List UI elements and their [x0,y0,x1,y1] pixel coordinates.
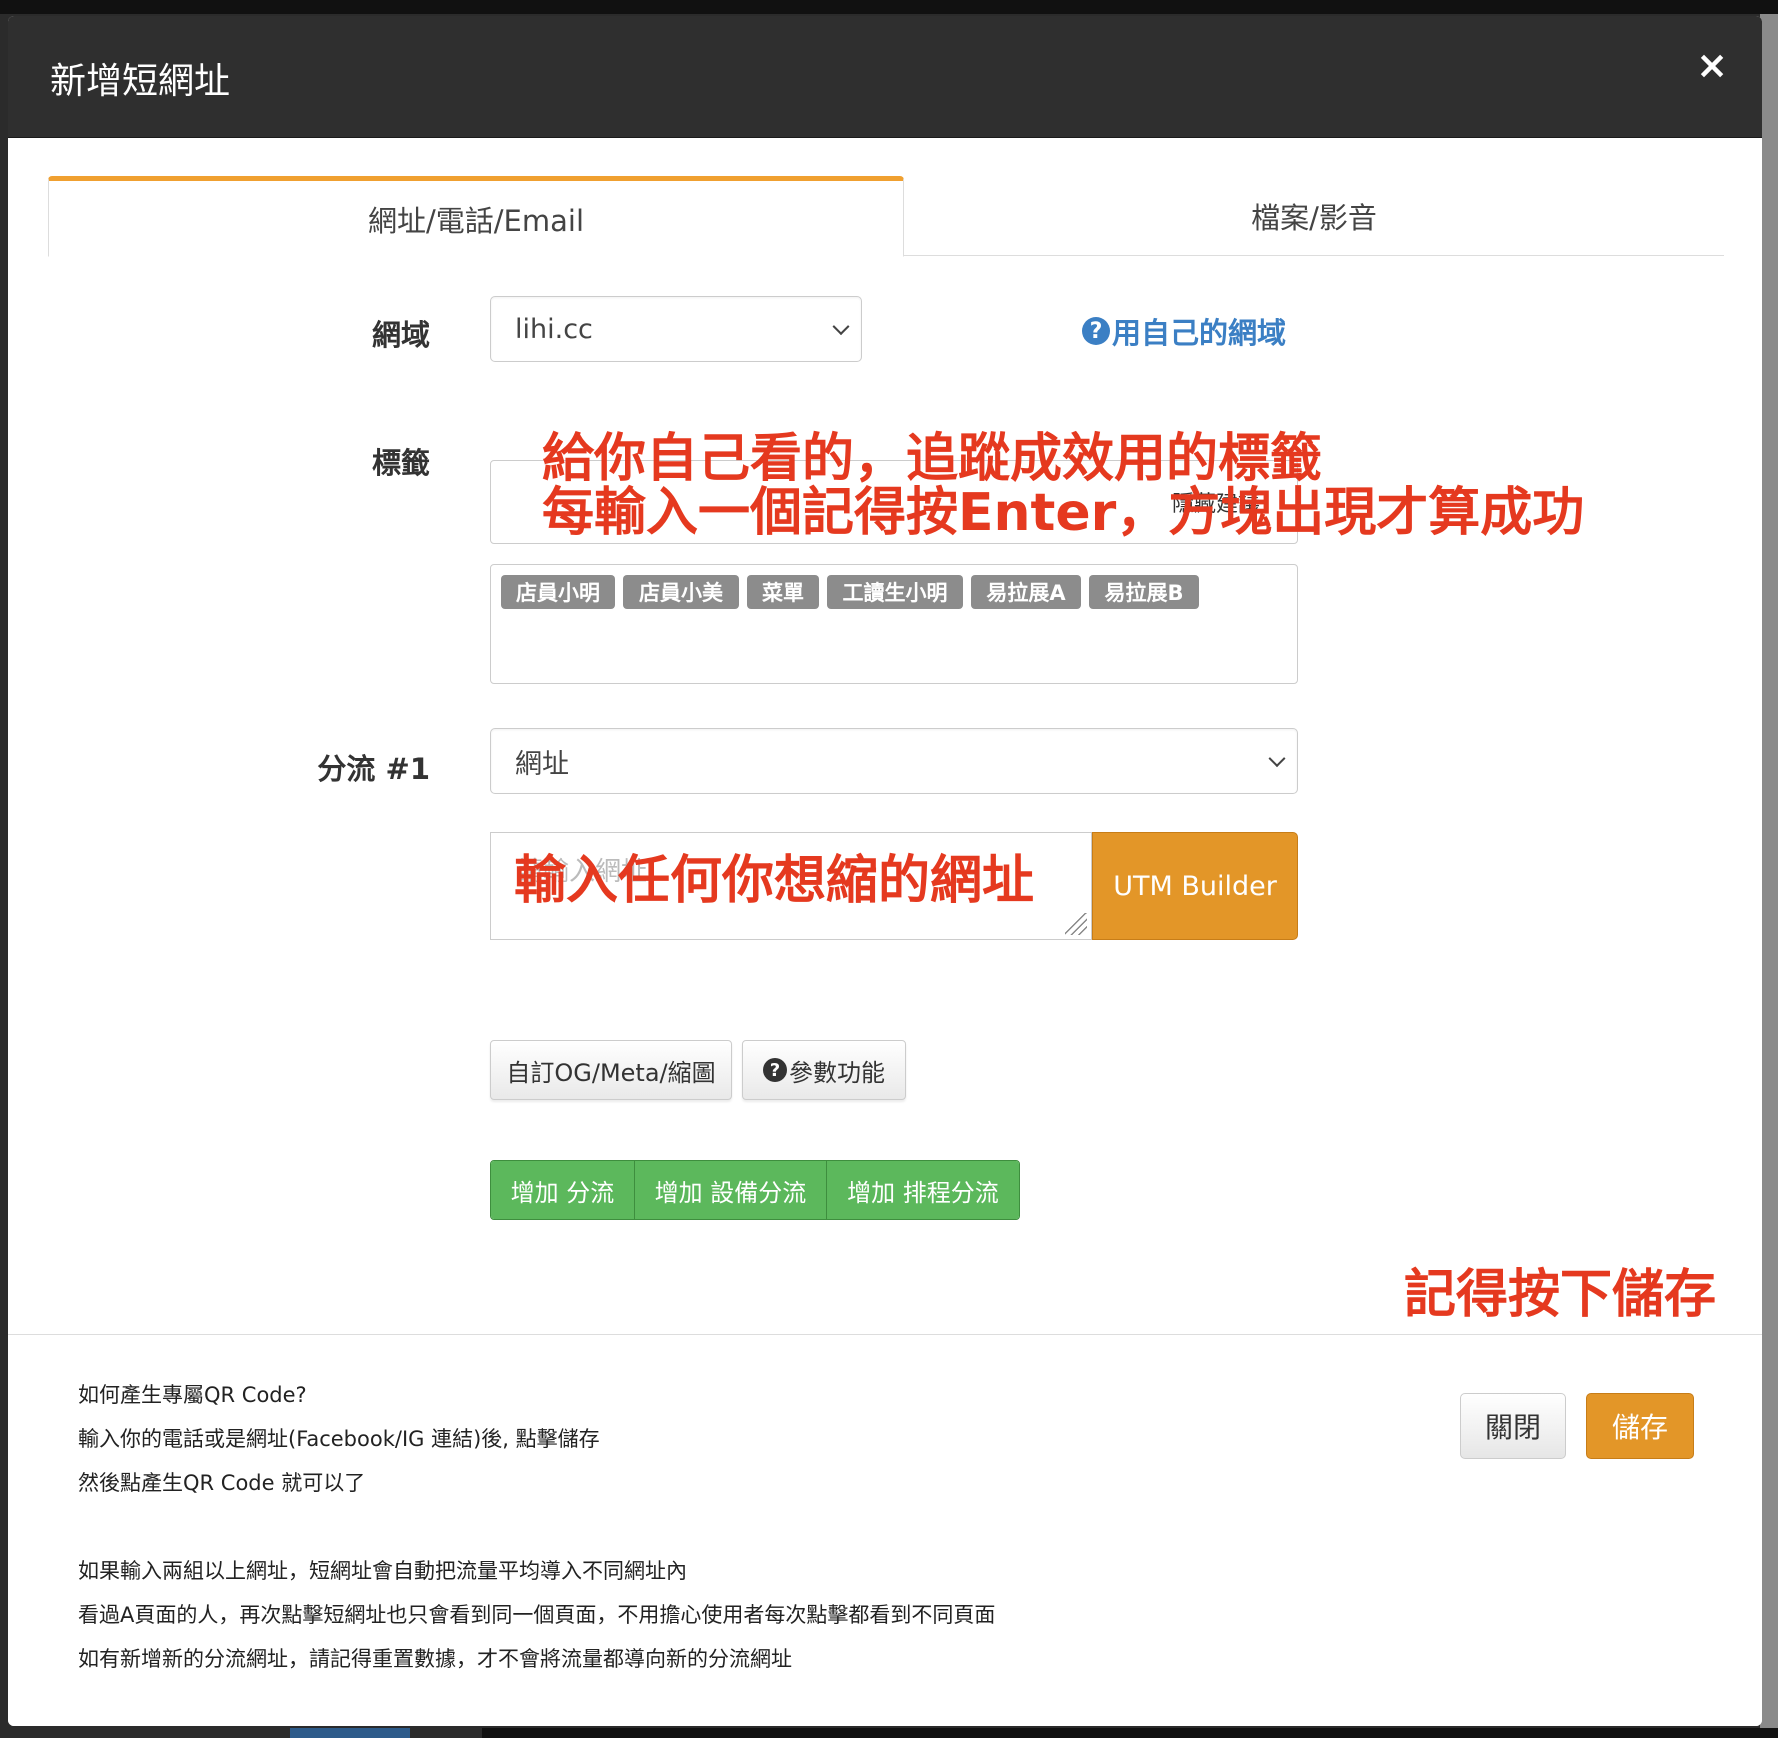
tag-chip[interactable]: 菜單 [747,575,819,609]
backdrop-strip [290,1728,410,1738]
modal-title: 新增短網址 [50,61,231,102]
chevron-down-icon [832,318,850,336]
add-schedule-split-button[interactable]: 增加 排程分流 [827,1161,1019,1219]
chevron-down-icon [1268,750,1286,768]
tab-url-phone-email[interactable]: 網址/電話/Email [48,176,904,257]
tag-chip[interactable]: 易拉展B [1089,575,1199,609]
custom-og-meta-button[interactable]: 自訂OG/Meta/縮圖 [490,1040,732,1100]
help-text-line: 看過A頁面的人，再次點擊短網址也只會看到同一個頁面，不用擔心使用者每次點擊都看到… [78,1603,996,1627]
tab-bar: 網址/電話/Email 檔案/影音 [48,176,1724,257]
modal-footer: 如何產生專屬QR Code? 輸入你的電話或是網址(Facebook/IG 連結… [8,1334,1762,1726]
add-device-split-button[interactable]: 增加 設備分流 [635,1161,827,1219]
annotation-url-hint: 輸入任何你想縮的網址 [514,851,1035,911]
split-type-value: 網址 [515,748,569,780]
utm-builder-button[interactable]: UTM Builder [1092,832,1298,940]
tag-chip[interactable]: 工讀生小明 [827,575,963,609]
add-split-button-group: 增加 分流 增加 設備分流 增加 排程分流 [490,1160,1020,1220]
domain-label: 網域 [371,318,430,352]
help-text-line: 如有新增新的分流網址，請記得重置數據，才不會將流量都導向新的分流網址 [78,1647,792,1671]
annotation-save-hint: 記得按下儲存 [1404,1265,1717,1325]
close-icon[interactable]: × [1696,46,1728,84]
help-text-line: 如果輸入兩組以上網址，短網址會自動把流量平均導入不同網址內 [78,1559,687,1583]
tag-chip[interactable]: 店員小明 [501,575,615,609]
tag-suggestions-box: 店員小明 店員小美 菜單 工讀生小明 易拉展A 易拉展B [490,564,1298,684]
resize-handle-icon[interactable] [1065,913,1087,935]
modal-header: 新增短網址 × [8,16,1762,138]
help-icon: ? [763,1058,787,1082]
annotation-tags-line1: 給你自己看的，追蹤成效用的標籤 [542,429,1323,489]
tags-label: 標籤 [371,446,430,480]
split-label: 分流 #1 [317,752,430,786]
annotation-tags-line2: 每輸入一個記得按Enter，方塊出現才算成功 [542,483,1585,543]
domain-select[interactable]: lihi.cc [490,296,862,362]
tab-file-media[interactable]: 檔案/影音 [904,176,1724,256]
save-button[interactable]: 儲存 [1586,1393,1694,1459]
help-icon: ? [1082,317,1110,345]
help-text-line: 然後點產生QR Code 就可以了 [78,1471,366,1495]
tag-chip[interactable]: 易拉展A [971,575,1081,609]
params-button[interactable]: ? 參數功能 [742,1040,906,1100]
split-type-select[interactable]: 網址 [490,728,1298,794]
own-domain-link-text: 用自己的網域 [1112,316,1287,350]
new-short-url-modal: 新增短網址 × 網址/電話/Email 檔案/影音 網域 lihi.cc ? 用… [8,16,1762,1726]
backdrop-bottom [482,1728,1778,1738]
tag-chip[interactable]: 店員小美 [623,575,739,609]
help-text-line: 輸入你的電話或是網址(Facebook/IG 連結)後, 點擊儲存 [78,1427,600,1451]
backdrop-top [0,0,1778,14]
domain-select-value: lihi.cc [515,313,593,345]
close-button[interactable]: 關閉 [1460,1393,1566,1459]
help-text-line: 如何產生專屬QR Code? [78,1383,307,1407]
add-split-button[interactable]: 增加 分流 [491,1161,635,1219]
own-domain-link[interactable]: ? 用自己的網域 [1082,310,1286,352]
backdrop-right [1760,14,1778,1738]
params-button-label: 參數功能 [789,1058,885,1087]
